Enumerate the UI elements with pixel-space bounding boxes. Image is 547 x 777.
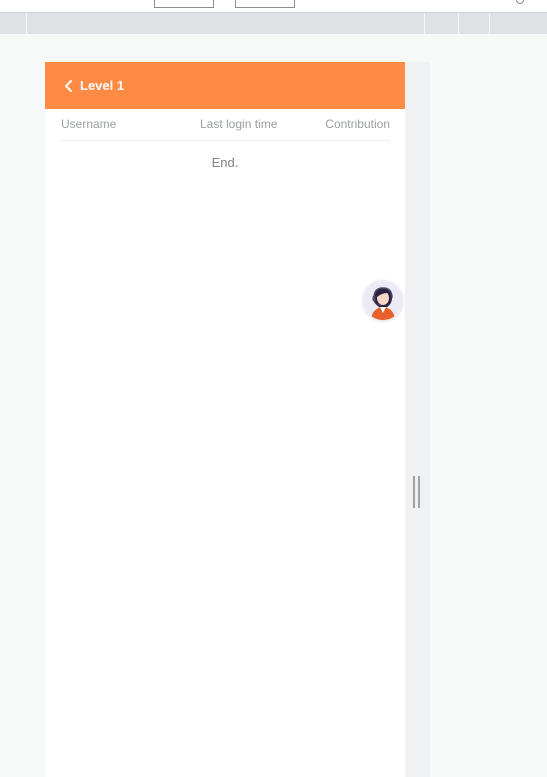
media-query-ruler [0, 13, 547, 34]
table-header: Username Last login time Contribution [60, 109, 390, 141]
device-frame-gutter [405, 62, 430, 777]
height-input[interactable] [235, 0, 295, 8]
page-header: Level 1 [45, 62, 405, 109]
devtools-toolbar [0, 0, 547, 13]
viewport-resize-handle[interactable] [413, 476, 420, 508]
column-contribution: Contribution [325, 117, 390, 131]
page-title: Level 1 [80, 78, 125, 93]
column-last-login-time: Last login time [200, 117, 278, 131]
mobile-viewport: Level 1 Username Last login time Contrib… [45, 62, 405, 777]
customer-service-avatar-icon[interactable] [363, 280, 403, 320]
column-username: Username [61, 117, 117, 131]
chevron-left-icon [65, 79, 72, 92]
back-button[interactable]: Level 1 [45, 62, 124, 109]
toolbar-settings-icon[interactable] [516, 0, 524, 4]
list-end-text: End. [211, 155, 239, 170]
width-input[interactable] [154, 0, 214, 8]
